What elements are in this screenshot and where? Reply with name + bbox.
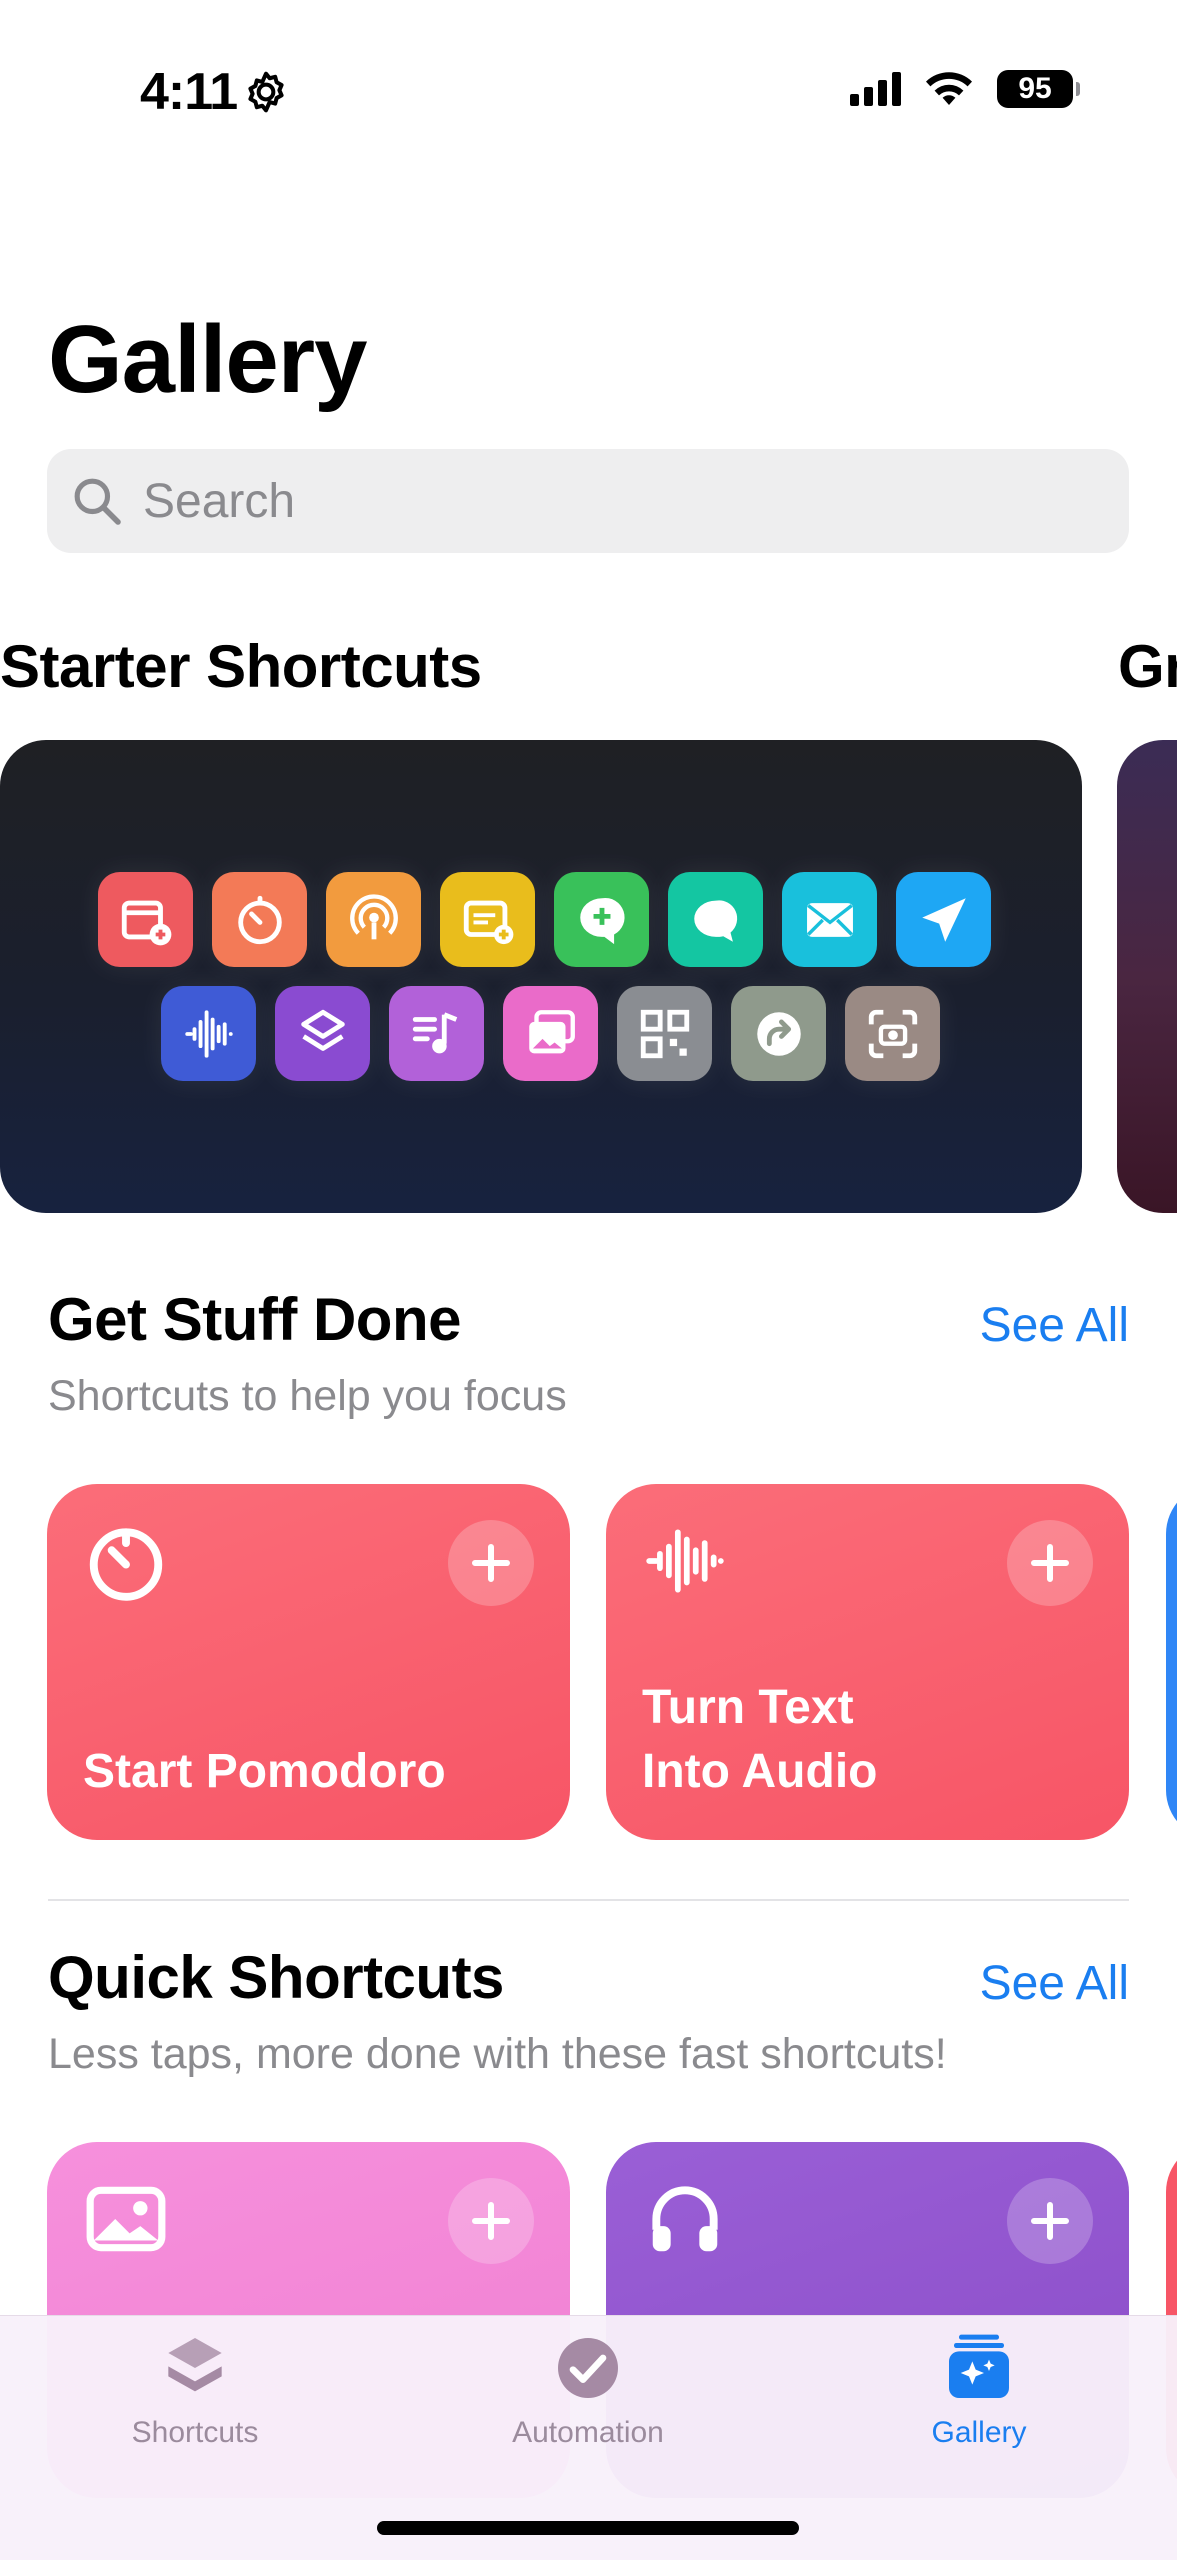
starter-icon-row-1 [98, 872, 991, 967]
shortcut-tile-turn-text-into-audio[interactable]: Turn Text Into Audio [606, 1484, 1129, 1840]
quick-shortcuts-see-all[interactable]: See All [980, 1956, 1129, 2011]
quick-shortcuts-subtitle: Less taps, more done with these fast sho… [48, 2030, 947, 2078]
add-shortcut-button[interactable] [1007, 2178, 1093, 2264]
starter-app-music-list-icon [389, 986, 484, 1081]
qr-code-icon [640, 1009, 689, 1058]
tab-shortcuts[interactable]: Shortcuts [45, 2316, 345, 2476]
starter-app-timer-icon [212, 872, 307, 967]
tab-gallery[interactable]: Gallery [829, 2316, 1129, 2476]
tab-automation[interactable]: Automation [438, 2316, 738, 2476]
screenshot-icon [868, 1009, 917, 1058]
mail-icon [806, 902, 853, 937]
starter-app-layers-icon [275, 986, 370, 1081]
starter-app-qr-code-icon [617, 986, 712, 1081]
gear-icon [248, 71, 284, 113]
timer-icon [237, 895, 282, 944]
plus-icon [472, 1544, 510, 1582]
timer-icon [89, 1528, 163, 1601]
starter-app-podcast-icon [326, 872, 421, 967]
plus-icon [472, 2202, 510, 2240]
tile-label: Turn Text Into Audio [642, 1681, 878, 1798]
plus-icon [1031, 1544, 1069, 1582]
home-indicator [377, 2521, 799, 2535]
search-icon [74, 478, 121, 525]
next-collection-title: Gr [1118, 633, 1177, 700]
next-collection-card[interactable] [1117, 740, 1177, 1213]
starter-app-mail-icon [782, 872, 877, 967]
search-bar[interactable] [47, 449, 1129, 553]
tab-bar: Shortcuts Automation Gallery [0, 2315, 1177, 2560]
status-indicators: 95 [850, 70, 1080, 108]
photo-icon [86, 2186, 166, 2252]
section-divider [48, 1899, 1129, 1901]
get-stuff-done-title: Get Stuff Done [48, 1286, 461, 1353]
starter-app-message-add-icon [554, 872, 649, 967]
page-title: Gallery [48, 306, 368, 413]
starter-app-calendar-add-icon [98, 872, 193, 967]
gallery-sparkle-icon [949, 2334, 1009, 2398]
plus-icon [1031, 2202, 1069, 2240]
layers-icon [300, 1009, 345, 1051]
waveform-icon [184, 1009, 233, 1058]
search-input[interactable] [143, 473, 1043, 529]
battery-icon: 95 [997, 70, 1080, 108]
status-bar: 4:11 95 [0, 0, 1177, 190]
cellular-signal-icon [850, 72, 901, 106]
starter-app-chat-bubble-icon [668, 872, 763, 967]
add-shortcut-button[interactable] [448, 2178, 534, 2264]
chat-bubble-icon [693, 899, 737, 942]
status-time: 4:11 [140, 63, 238, 121]
starter-app-share-arrow-icon [731, 986, 826, 1081]
starter-icon-row-2 [161, 986, 940, 1081]
add-shortcut-button[interactable] [1007, 1520, 1093, 1606]
starter-app-send-icon [896, 872, 991, 967]
starter-shortcuts-card[interactable] [0, 740, 1082, 1213]
get-stuff-done-subtitle: Shortcuts to help you focus [48, 1372, 567, 1420]
tab-label: Gallery [931, 2416, 1027, 2449]
music-list-icon [412, 1011, 457, 1053]
quick-shortcuts-title: Quick Shortcuts [48, 1944, 504, 2011]
starter-app-screenshot-icon [845, 986, 940, 1081]
message-add-icon [579, 897, 625, 944]
podcast-icon [349, 893, 398, 939]
note-add-icon [463, 900, 513, 944]
add-shortcut-button[interactable] [448, 1520, 534, 1606]
send-icon [921, 897, 966, 942]
starter-app-photos-icon [503, 986, 598, 1081]
get-stuff-done-see-all[interactable]: See All [980, 1298, 1129, 1353]
photos-icon [528, 1009, 575, 1053]
calendar-add-icon [121, 900, 171, 945]
headphones-icon [652, 2186, 718, 2252]
shortcut-tile-start-pomodoro[interactable]: Start Pomodoro [47, 1484, 570, 1840]
starter-app-note-add-icon [440, 872, 535, 967]
shortcut-tile-peek[interactable] [1166, 1484, 1177, 1840]
shortcuts-stack-icon [168, 2338, 222, 2392]
tab-label: Automation [512, 2416, 664, 2449]
starter-shortcuts-title: Starter Shortcuts [0, 633, 482, 700]
tile-label: Start Pomodoro [83, 1745, 446, 1798]
tab-label: Shortcuts [131, 2416, 259, 2449]
share-arrow-icon [756, 1011, 801, 1056]
automation-check-icon [558, 2338, 618, 2398]
wifi-icon [926, 72, 972, 105]
battery-level: 95 [1018, 72, 1052, 105]
waveform-icon [646, 1529, 724, 1593]
starter-app-waveform-icon [161, 986, 256, 1081]
